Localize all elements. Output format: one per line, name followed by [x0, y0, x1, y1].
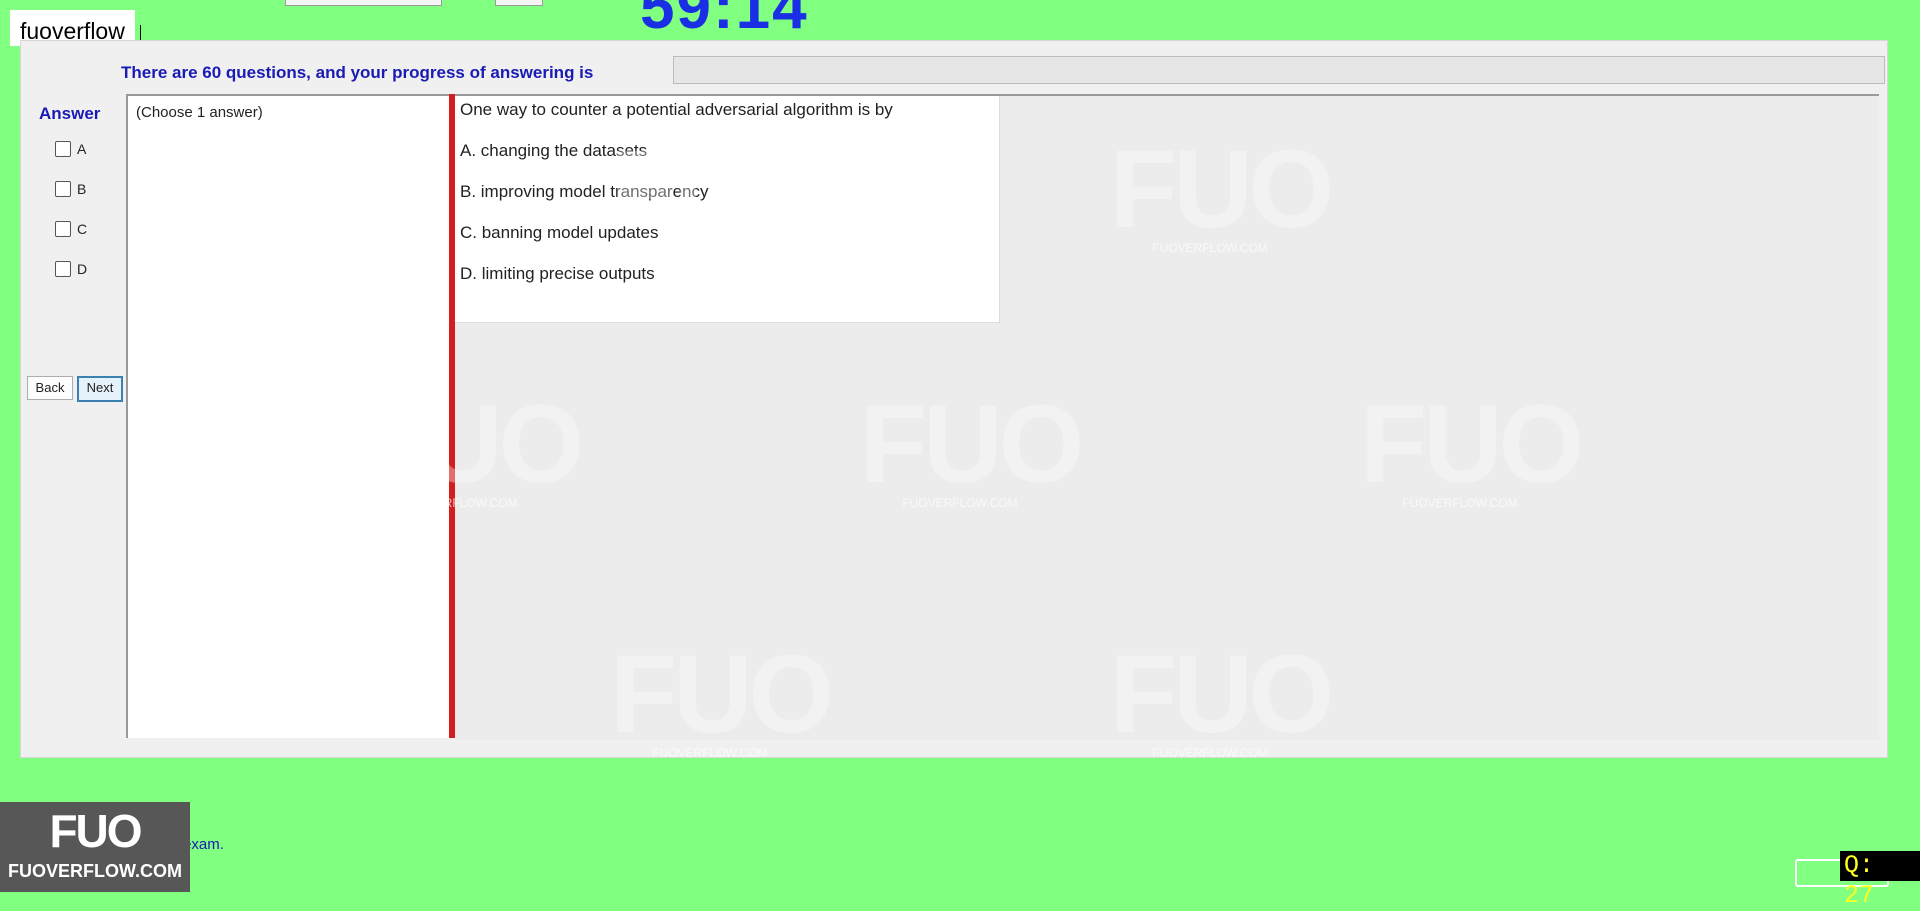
progress-text: There are 60 questions, and your progres… — [121, 63, 594, 82]
choose-hint: (Choose 1 answer) — [136, 104, 263, 121]
checkbox-d[interactable] — [55, 261, 71, 277]
top-control[interactable] — [285, 0, 442, 6]
exam-panel: There are 60 questions, and your progres… — [20, 40, 1888, 758]
answer-option-c[interactable]: C — [55, 221, 87, 237]
question-choice-c: C. banning model updates — [460, 223, 659, 242]
option-label-d: D — [77, 261, 88, 277]
option-label-b: B — [77, 181, 87, 197]
answer-label: Answer — [39, 104, 101, 123]
option-label-c: C — [77, 221, 88, 237]
answer-hint-box: (Choose 1 answer) — [126, 94, 450, 738]
question-choice-a: A. changing the datasets — [460, 141, 648, 160]
question-choice-b: B. improving model transparency — [460, 182, 709, 201]
answer-option-a[interactable]: A — [55, 141, 86, 157]
question-box: One way to counter a potential adversari… — [455, 96, 1000, 323]
checkbox-c[interactable] — [55, 221, 71, 237]
question-area: One way to counter a potential adversari… — [455, 94, 1879, 740]
checkbox-b[interactable] — [55, 181, 71, 197]
answer-option-d[interactable]: D — [55, 261, 87, 277]
checkbox-a[interactable] — [55, 141, 71, 157]
answer-option-b[interactable]: B — [55, 181, 86, 197]
exam-timer: 59:14 — [640, 0, 809, 42]
question-choice-d: D. limiting precise outputs — [460, 264, 655, 283]
next-button[interactable]: Next — [77, 376, 123, 402]
question-stem: One way to counter a potential adversari… — [460, 100, 893, 119]
question-counter: Q: 27 — [1840, 851, 1920, 910]
corner-logo-mark: FUO — [49, 805, 142, 857]
top-control-small[interactable] — [495, 0, 543, 6]
progress-bar — [673, 56, 1885, 84]
back-button[interactable]: Back — [27, 376, 73, 400]
corner-logo: FUO FUOVERFLOW.COM — [0, 802, 190, 892]
option-label-a: A — [77, 141, 87, 157]
corner-logo-site: FUOVERFLOW.COM — [8, 861, 182, 881]
